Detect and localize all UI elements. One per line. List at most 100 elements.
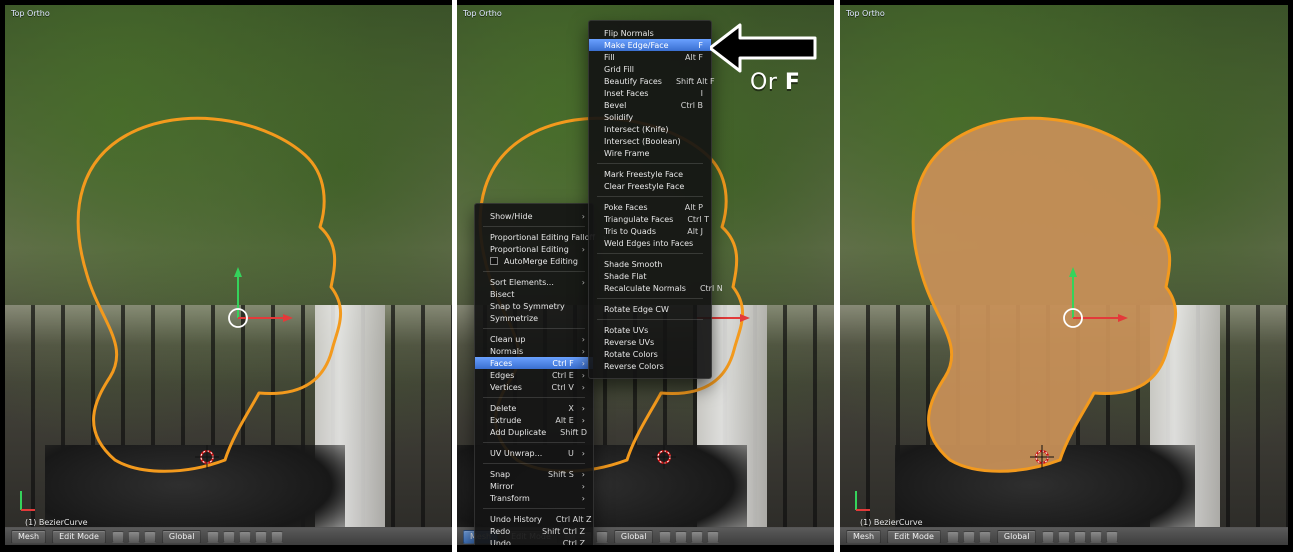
menu-item[interactable]: Clear Freestyle Face (589, 180, 711, 192)
menu-item-left: Bevel (604, 101, 626, 110)
menu-item[interactable]: Rotate Colors (589, 348, 711, 360)
checkbox-icon[interactable] (490, 257, 498, 265)
manipulator-icon[interactable] (595, 530, 608, 543)
menu-item[interactable]: Mirror › (475, 480, 593, 492)
orientation-dropdown[interactable]: Global (613, 529, 654, 544)
render-icon[interactable] (1106, 530, 1119, 543)
proportional-edit-icon[interactable] (239, 530, 252, 543)
menu-item[interactable]: Flip Normals (589, 27, 711, 39)
manipulator-icon[interactable] (143, 530, 156, 543)
menu-item-label: Rotate UVs (604, 325, 649, 335)
menu-item[interactable]: Clean up › (475, 333, 593, 345)
layer-icon[interactable] (255, 530, 268, 543)
mode-dropdown[interactable]: Edit Mode (52, 529, 106, 544)
menu-item[interactable]: Rotate Edge CW (589, 303, 711, 315)
menu-item[interactable]: Add Duplicate Shift D (475, 426, 593, 438)
shortcut-annotation-key: F (784, 70, 801, 95)
menu-item[interactable]: Solidify (589, 111, 711, 123)
menu-item-label: Flip Normals (604, 28, 654, 38)
mesh-menu-button[interactable]: Mesh (846, 529, 882, 544)
menu-item[interactable]: Sort Elements... › (475, 276, 593, 288)
menu-item[interactable]: Snap to Symmetry (475, 300, 593, 312)
proportional-edit-icon[interactable] (691, 530, 704, 543)
menu-item[interactable]: Intersect (Boolean) (589, 135, 711, 147)
menu-separator (597, 196, 703, 197)
menu-item[interactable]: Symmetrize (475, 312, 593, 324)
viewport-shading-icon[interactable] (111, 530, 124, 543)
mode-dropdown[interactable]: Edit Mode (887, 529, 941, 544)
menu-item-shortcut: F (698, 40, 703, 50)
menu-item[interactable]: Bisect (475, 288, 593, 300)
menu-item[interactable]: Intersect (Knife) (589, 123, 711, 135)
menu-item-label: Fill (604, 52, 615, 62)
menu-item[interactable]: Rotate UVs (589, 324, 711, 336)
menu-item[interactable]: Show/Hide › (475, 210, 593, 222)
manipulator-icon[interactable] (978, 530, 991, 543)
snap-icon[interactable] (675, 530, 688, 543)
pivot-point-icon[interactable] (962, 530, 975, 543)
menu-item[interactable]: Mark Freestyle Face (589, 168, 711, 180)
menu-item[interactable]: Beautify Faces Shift Alt F (589, 75, 715, 87)
menu-item[interactable]: Snap Shift S › (475, 468, 593, 480)
menu-item-shortcut: Ctrl N (699, 283, 723, 293)
menu-item-label: UV Unwrap... (490, 448, 543, 458)
menu-item[interactable]: Poke Faces Alt P (589, 201, 711, 213)
menu-item[interactable]: Delete X › (475, 402, 593, 414)
menu-item[interactable]: Weld Edges into Faces (589, 237, 711, 249)
submenu-arrow-icon: › (581, 244, 585, 254)
select-mode-icon[interactable] (1042, 530, 1055, 543)
menu-item-right: Ctrl Z (549, 539, 585, 546)
menu-item-left: Bisect (490, 290, 514, 299)
snap-icon[interactable] (1058, 530, 1071, 543)
menu-item[interactable]: Wire Frame (589, 147, 711, 159)
menu-item[interactable]: Make Edge/Face F (589, 39, 711, 51)
menu-item[interactable]: Proportional Editing Falloff› (475, 231, 606, 243)
proportional-edit-icon[interactable] (1074, 530, 1087, 543)
menu-item[interactable]: Normals › (475, 345, 593, 357)
menu-item[interactable]: Inset Faces I (589, 87, 711, 99)
layer-icon[interactable] (1090, 530, 1103, 543)
menu-item[interactable]: Shade Flat (589, 270, 711, 282)
menu-item[interactable]: UV Unwrap... U › (475, 447, 593, 459)
menu-item[interactable]: Shade Smooth (589, 258, 711, 270)
menu-item[interactable]: Reverse UVs (589, 336, 711, 348)
menu-item[interactable]: Undo Ctrl Z (475, 537, 593, 546)
menu-item[interactable]: AutoMerge Editing (475, 255, 593, 267)
menu-item[interactable]: Fill Alt F (589, 51, 711, 63)
menu-item-left: Rotate Colors (604, 350, 658, 359)
menu-item[interactable]: Grid Fill (589, 63, 711, 75)
menu-item[interactable]: Transform › (475, 492, 593, 504)
menu-item[interactable]: Proportional Editing › (475, 243, 593, 255)
menu-item[interactable]: Extrude Alt E › (475, 414, 593, 426)
menu-item-label: Bisect (490, 289, 515, 299)
snap-icon[interactable] (223, 530, 236, 543)
menu-item[interactable]: Edges Ctrl E › (475, 369, 593, 381)
menu-item[interactable]: Faces Ctrl F › (475, 357, 593, 369)
layer-icon[interactable] (707, 530, 720, 543)
menu-item[interactable]: Bevel Ctrl B (589, 99, 711, 111)
submenu-arrow-icon: › (581, 370, 585, 380)
menu-item-label: Make Edge/Face (604, 40, 669, 50)
mesh-menu-button[interactable]: Mesh (11, 529, 47, 544)
menu-item-left: Poke Faces (604, 203, 648, 212)
menu-item[interactable]: Recalculate Normals Ctrl N (589, 282, 723, 294)
menu-item[interactable]: Reverse Colors (589, 360, 711, 372)
pivot-point-icon[interactable] (127, 530, 140, 543)
select-mode-icon[interactable] (659, 530, 672, 543)
orientation-dropdown[interactable]: Global (161, 529, 202, 544)
menu-item-label: Snap to Symmetry (490, 301, 565, 311)
menu-item[interactable]: Vertices Ctrl V › (475, 381, 593, 393)
menu-item[interactable]: Redo Shift Ctrl Z (475, 525, 593, 537)
menu-item-left: Mirror (490, 482, 514, 491)
viewport-shading-icon[interactable] (946, 530, 959, 543)
menu-item-label: Bevel (604, 100, 627, 110)
shortcut-annotation: Or F (750, 70, 800, 95)
orientation-dropdown[interactable]: Global (996, 529, 1037, 544)
select-mode-icon[interactable] (207, 530, 220, 543)
menu-item[interactable]: Undo History Ctrl Alt Z (475, 513, 593, 525)
menu-separator (483, 328, 585, 329)
render-icon[interactable] (271, 530, 284, 543)
menu-item[interactable]: Triangulate Faces Ctrl T (589, 213, 711, 225)
menu-item-right: Alt E › (541, 416, 585, 425)
menu-item[interactable]: Tris to Quads Alt J (589, 225, 711, 237)
